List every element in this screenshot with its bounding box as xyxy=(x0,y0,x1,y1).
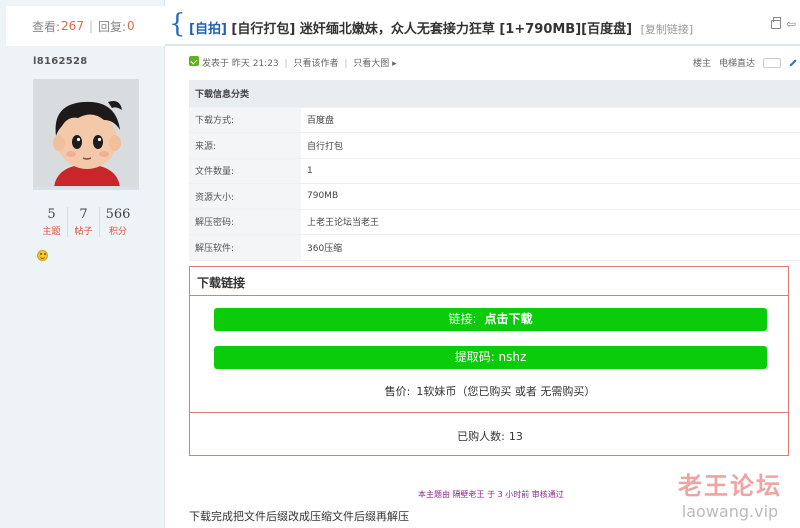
thread-header: { [自拍] [自行打包] 迷奸缅北嫩妹，众人无套接力狂草 [1+790MB][… xyxy=(165,6,800,46)
jump-floor-label: 电梯直达 xyxy=(718,59,755,69)
smile-icon xyxy=(37,250,48,261)
site-watermark: 老王论坛 laowang.vip xyxy=(678,471,782,521)
stats-separator: | xyxy=(88,19,93,33)
only-author-link[interactable]: 只看该作者 xyxy=(293,59,338,69)
replies-label: 回复: xyxy=(98,19,127,34)
copy-link-button[interactable]: [复制链接] xyxy=(641,23,694,36)
table-row: 解压密码: 上老王论坛当老王 xyxy=(189,209,800,235)
post-body-text: 下载完成把文件后缀改成压缩文件后缀再解压 xyxy=(189,510,409,523)
pen-icon[interactable] xyxy=(789,58,797,67)
post-meta: 发表于 昨天 21:23 | 只看该作者 | 只看大图 ▸ 楼主 电梯直达 xyxy=(189,55,800,69)
jump-floor-input[interactable] xyxy=(763,57,781,68)
only-big-image-link[interactable]: 只看大图 xyxy=(353,59,389,69)
thread-stats: 查看: 267 | 回复: 0 xyxy=(6,6,165,46)
views-label: 查看: xyxy=(32,19,61,34)
arrow-right-icon: ▸ xyxy=(392,59,397,69)
download-box: 下载链接 链接: 点击下载 提取码: nshz 售价: 1软妹币（您已购买 或者 无… xyxy=(189,266,789,456)
moderation-note: 本主题由 隔壁老王 于 3 小时前 审核通过 xyxy=(418,490,564,499)
brace-icon: { xyxy=(169,9,186,39)
floor-label: 楼主 xyxy=(692,59,711,69)
thread-title: [自拍] [自行打包] 迷奸缅北嫩妹，众人无套接力狂草 [1+790MB][百度… xyxy=(189,18,693,37)
views-count: 267 xyxy=(61,19,84,33)
table-heading: 下载信息分类 xyxy=(189,80,800,108)
thread-title-text: [自行打包] 迷奸缅北嫩妹，众人无套接力狂草 [1+790MB][百度盘] xyxy=(231,22,633,37)
author-sidebar: 查看: 267 | 回复: 0 l8162528 5 主题 7 帖子 566 积… xyxy=(0,0,165,528)
replies-count: 0 xyxy=(127,19,135,33)
author-counts: 5 主题 7 帖子 566 积分 xyxy=(36,207,136,237)
count-points[interactable]: 566 积分 xyxy=(100,207,136,237)
download-box-title: 下载链接 xyxy=(190,267,788,296)
buyers-count: 已购人数: 13 xyxy=(457,430,523,443)
count-posts[interactable]: 7 帖子 xyxy=(68,207,100,237)
table-row: 资源大小: 790MB xyxy=(189,183,800,210)
post-time: 发表于 昨天 21:23 xyxy=(202,59,279,69)
table-row: 解压软件: 360压缩 xyxy=(189,234,800,261)
back-icon[interactable]: ⇦ xyxy=(786,17,796,31)
author-username[interactable]: l8162528 xyxy=(33,56,88,67)
print-icon[interactable] xyxy=(771,17,781,29)
download-info-table: 下载信息分类 下载方式: 百度盘 来源: 自行打包 文件数量: 1 资源大小: … xyxy=(189,80,800,261)
table-row: 文件数量: 1 xyxy=(189,158,800,184)
avatar-cartoon-boy xyxy=(34,80,138,186)
download-link-button[interactable]: 链接: 点击下载 xyxy=(214,308,767,331)
price-info: 售价: 1软妹币（您已购买 或者 无需购买） xyxy=(384,385,596,398)
count-threads[interactable]: 5 主题 xyxy=(36,207,68,237)
table-row: 来源: 自行打包 xyxy=(189,132,800,159)
avatar[interactable] xyxy=(33,79,139,187)
table-row: 下载方式: 百度盘 xyxy=(189,107,800,133)
extract-code-button[interactable]: 提取码: nshz xyxy=(214,346,767,369)
online-status-icon xyxy=(189,56,199,66)
thread-category-tag[interactable]: [自拍] xyxy=(189,22,227,37)
